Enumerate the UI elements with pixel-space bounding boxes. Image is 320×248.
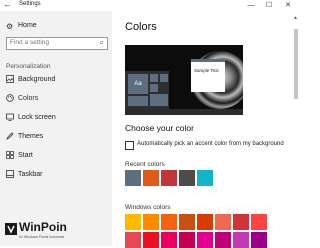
- color-swatch[interactable]: [197, 170, 213, 186]
- preview-tile: [150, 94, 168, 106]
- window-title: Settings: [19, 1, 41, 7]
- sidebar-item-label: Lock screen: [18, 114, 56, 121]
- color-swatch[interactable]: [197, 214, 213, 230]
- color-swatch[interactable]: [179, 170, 195, 186]
- page-title: Colors: [125, 21, 157, 33]
- color-preview: Aa Sample Text: [125, 45, 243, 115]
- sidebar-item-themes[interactable]: Themes: [0, 131, 112, 145]
- color-swatch[interactable]: [251, 214, 267, 230]
- auto-accent-label: Automatically pick an accent color from …: [137, 141, 284, 147]
- color-swatch[interactable]: [161, 170, 177, 186]
- sidebar-item-label: Start: [18, 152, 33, 159]
- winpoin-logo-icon: [5, 223, 17, 235]
- color-swatch[interactable]: [143, 214, 159, 230]
- watermark-name: WinPoin: [19, 220, 67, 234]
- section-heading: Choose your color: [125, 123, 194, 133]
- sidebar-item-taskbar[interactable]: Taskbar: [0, 169, 112, 183]
- search-input[interactable]: Find a setting ⌕: [6, 37, 108, 50]
- color-swatch[interactable]: [161, 214, 177, 230]
- scrollbar[interactable]: ▲: [292, 11, 300, 246]
- color-swatch[interactable]: [125, 170, 141, 186]
- sidebar-item-label: Taskbar: [18, 171, 43, 178]
- sidebar-item-background[interactable]: Background: [0, 74, 112, 88]
- watermark: WinPoin #1 Windows Portal Indonesia: [0, 220, 112, 246]
- title-bar: ← Settings — ☐ ✕: [0, 0, 300, 11]
- preview-window: Sample Text: [191, 59, 225, 92]
- scroll-up-icon[interactable]: ▲: [293, 15, 298, 21]
- themes-icon: [6, 132, 14, 140]
- color-swatch[interactable]: [179, 214, 195, 230]
- sidebar-item-label: Background: [18, 76, 56, 83]
- color-swatch[interactable]: [125, 214, 141, 230]
- auto-accent-checkbox[interactable]: [125, 141, 134, 150]
- minimize-button[interactable]: —: [244, 0, 258, 11]
- gear-icon: ⚙: [6, 22, 14, 31]
- background-icon: [6, 75, 14, 83]
- taskbar-icon: [6, 170, 14, 178]
- preview-sample-text: Sample Text: [194, 68, 219, 73]
- palette-icon: [6, 94, 14, 102]
- preview-tile: [150, 74, 158, 82]
- preview-tile: [160, 74, 168, 82]
- recent-colors-label: Recent colors: [125, 161, 165, 168]
- maximize-button[interactable]: ☐: [262, 0, 276, 11]
- main-content: Colors Aa Sample Text Choose your color …: [112, 11, 292, 248]
- preview-tile: [128, 96, 148, 106]
- back-arrow-icon[interactable]: ←: [3, 0, 12, 9]
- color-swatch[interactable]: [143, 170, 159, 186]
- color-swatch[interactable]: [233, 214, 249, 230]
- sidebar-item-colors[interactable]: Colors: [0, 93, 112, 107]
- sidebar: ⚙ Home Find a setting ⌕ Personalization …: [0, 11, 112, 246]
- color-swatch[interactable]: [215, 214, 231, 230]
- preview-tile: [150, 84, 158, 92]
- sidebar-item-lock-screen[interactable]: Lock screen: [0, 112, 112, 126]
- windows-colors-label: Windows colors: [125, 204, 171, 211]
- close-button[interactable]: ✕: [281, 0, 295, 11]
- section-heading: Personalization: [6, 63, 51, 70]
- search-placeholder: Find a setting: [10, 39, 50, 46]
- sidebar-item-label: Home: [18, 22, 37, 29]
- sidebar-item-home[interactable]: ⚙ Home: [0, 21, 112, 34]
- preview-tile: Aa: [128, 74, 148, 94]
- scrollbar-thumb[interactable]: [294, 29, 298, 99]
- sidebar-item-start[interactable]: Start: [0, 150, 112, 164]
- preview-taskbar: [125, 109, 243, 115]
- search-icon: ⌕: [99, 38, 104, 47]
- watermark-tagline: #1 Windows Portal Indonesia: [19, 235, 65, 239]
- start-icon: [6, 151, 14, 159]
- sidebar-item-label: Colors: [18, 95, 39, 102]
- lock-screen-icon: [6, 113, 14, 121]
- sidebar-item-label: Themes: [18, 133, 44, 140]
